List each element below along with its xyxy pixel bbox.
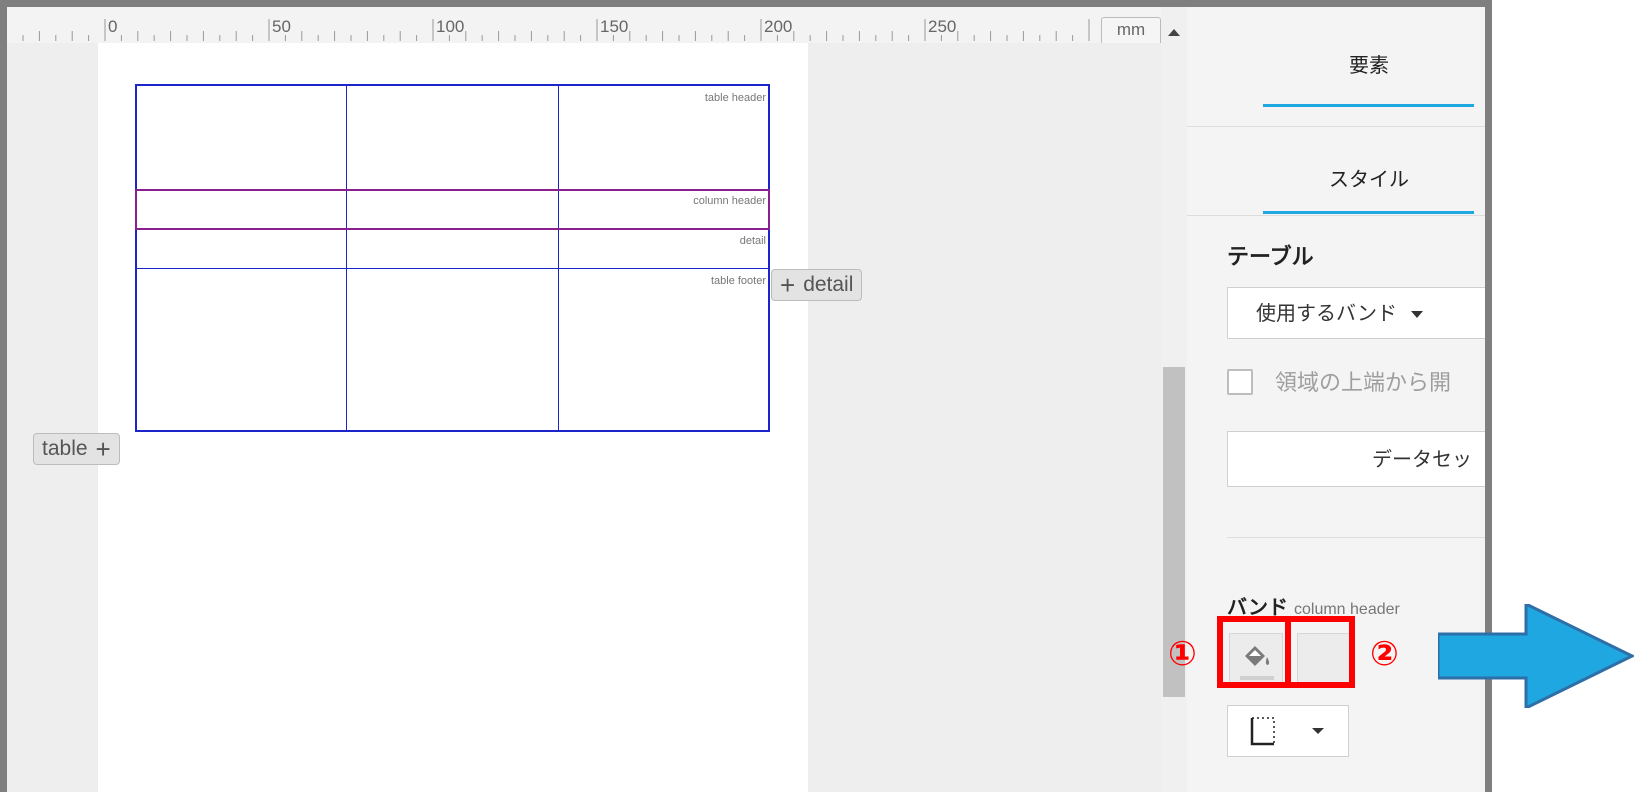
ruler-label: 150 — [600, 17, 628, 36]
unit-selector[interactable]: mm — [1101, 17, 1161, 43]
band-label-detail: detail — [739, 235, 766, 247]
checkbox-label: 領域の上端から開 — [1275, 371, 1452, 396]
marker-1: ① — [1168, 634, 1197, 674]
start-from-top-checkbox[interactable] — [1227, 369, 1253, 395]
table-element[interactable] — [135, 84, 770, 432]
ruler: 0 50 100 150 200 250 mm — [7, 7, 1161, 43]
ruler-label: 200 — [764, 17, 792, 36]
dataset-button[interactable]: データセッ — [1227, 431, 1485, 487]
band-label-table-footer: table footer — [710, 275, 766, 287]
marker-2: ② — [1370, 634, 1399, 674]
use-band-dropdown[interactable]: 使用するバンド — [1227, 287, 1485, 339]
plus-icon: + — [780, 270, 796, 300]
design-canvas[interactable]: table header column header detail table … — [7, 43, 1161, 792]
ruler-label: 100 — [436, 17, 464, 36]
add-detail-button[interactable]: + detail — [771, 269, 863, 301]
tab-elements[interactable]: 要素 — [1187, 7, 1485, 107]
use-band-dropdown-label: 使用するバンド — [1256, 301, 1397, 325]
column-divider — [346, 84, 347, 432]
highlight-box — [1217, 616, 1355, 688]
add-detail-label: detail — [803, 273, 854, 296]
tab-underline — [1263, 104, 1474, 107]
band-label-column-header: column header — [693, 195, 766, 207]
arrow-right-icon — [1438, 604, 1634, 708]
band-divider — [135, 268, 770, 269]
band-label-table-header: table header — [704, 92, 766, 104]
section-title: テーブル — [1227, 245, 1314, 270]
column-divider — [558, 84, 559, 432]
highlight-divider — [1285, 622, 1291, 682]
ruler-label: 250 — [928, 17, 956, 36]
border-style-button[interactable] — [1227, 705, 1349, 757]
ruler-label: 50 — [272, 17, 291, 36]
tab-style[interactable]: スタイル — [1187, 127, 1485, 227]
ruler-label: 0 — [108, 17, 117, 36]
tab-elements-label: 要素 — [1349, 53, 1389, 77]
plus-icon: + — [95, 434, 111, 464]
add-table-label: table — [42, 437, 88, 460]
divider — [1187, 215, 1485, 216]
tab-underline — [1263, 211, 1474, 214]
divider — [1227, 537, 1485, 538]
tab-style-label: スタイル — [1329, 167, 1409, 191]
vertical-scrollbar[interactable] — [1161, 7, 1187, 792]
chevron-down-icon — [1411, 311, 1423, 318]
add-table-button[interactable]: table + — [33, 433, 120, 465]
scroll-up-icon[interactable] — [1161, 25, 1187, 39]
border-icon — [1250, 717, 1324, 746]
ruler-ticks: 0 50 100 150 200 250 — [22, 17, 1090, 41]
